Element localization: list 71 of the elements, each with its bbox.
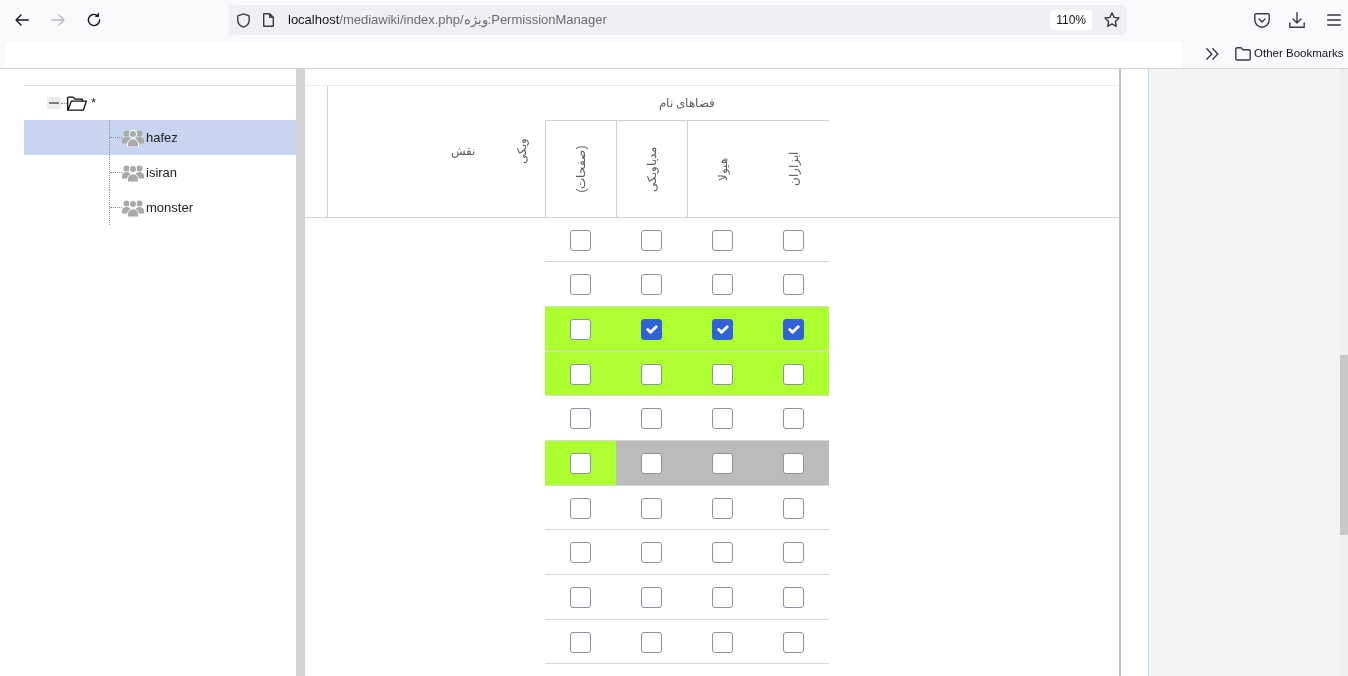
checkbox[interactable] (641, 587, 663, 609)
checkbox[interactable] (783, 319, 805, 340)
checkbox[interactable] (712, 274, 734, 296)
user-group-icon (122, 128, 144, 147)
collapse-icon[interactable] (47, 97, 61, 109)
column-header: هیولا (714, 157, 731, 180)
checkbox[interactable] (570, 587, 591, 609)
splitter-handle[interactable] (296, 69, 305, 676)
checkbox[interactable] (641, 631, 663, 653)
checkbox[interactable] (641, 542, 663, 564)
column-header: ابزاران (785, 151, 802, 186)
tree-item[interactable]: hafez (24, 120, 296, 155)
checkbox[interactable] (570, 319, 591, 340)
checkbox[interactable] (783, 363, 805, 385)
scrollbar-thumb[interactable] (1340, 355, 1348, 535)
star-icon[interactable] (1104, 12, 1120, 28)
checkbox[interactable] (712, 363, 734, 385)
tree-item[interactable]: * (24, 92, 296, 114)
checkbox[interactable] (712, 631, 734, 653)
checkbox[interactable] (570, 363, 591, 385)
checkbox[interactable] (641, 497, 663, 519)
checkbox[interactable] (570, 631, 591, 653)
checkbox[interactable] (783, 497, 805, 519)
checkbox[interactable] (570, 497, 591, 519)
bookmark-folder[interactable]: Other Bookmarks (1235, 45, 1344, 63)
user-group-icon (122, 198, 144, 217)
user-group-icon (122, 163, 144, 182)
column-group-header: فضاهای نام (658, 94, 716, 112)
checkbox[interactable] (641, 274, 663, 296)
checkbox[interactable] (712, 542, 734, 564)
column-header: نقش (451, 143, 475, 161)
checkbox[interactable] (641, 408, 663, 430)
checkbox[interactable] (712, 497, 734, 519)
back-arrow-icon[interactable] (15, 14, 29, 26)
column-header: (صفحات) (572, 145, 589, 192)
open-folder-icon (67, 95, 87, 111)
folder-icon (1235, 47, 1251, 61)
checkbox[interactable] (712, 587, 734, 609)
checkbox[interactable] (570, 408, 591, 430)
shield-icon[interactable] (237, 12, 250, 28)
pocket-icon[interactable] (1254, 12, 1270, 28)
column-header: ویکی (513, 138, 530, 165)
tree-item[interactable]: monster (24, 190, 296, 225)
checkbox[interactable] (783, 542, 805, 564)
checkbox[interactable] (783, 274, 805, 296)
zoom-level-button[interactable]: 110% (1050, 10, 1092, 30)
checkbox[interactable] (570, 453, 591, 475)
checkbox[interactable] (783, 453, 805, 475)
scrollbar[interactable] (1340, 69, 1348, 676)
checkbox[interactable] (641, 363, 663, 385)
checkbox[interactable] (570, 542, 591, 564)
checkbox[interactable] (712, 319, 734, 340)
checkbox[interactable] (712, 453, 734, 475)
tree-item[interactable]: isiran (24, 155, 296, 190)
checkbox[interactable] (783, 587, 805, 609)
checkbox[interactable] (641, 229, 663, 251)
checkbox[interactable] (641, 453, 663, 475)
checkbox[interactable] (712, 408, 734, 430)
reload-icon[interactable] (87, 13, 101, 27)
checkbox[interactable] (783, 229, 805, 251)
checkbox[interactable] (712, 229, 734, 251)
column-header: مدیاویکی (643, 146, 660, 191)
menu-icon[interactable] (1327, 14, 1341, 26)
double-chevron-icon[interactable] (1206, 48, 1219, 60)
checkbox[interactable] (570, 229, 591, 251)
page-icon (263, 13, 274, 27)
download-icon[interactable] (1289, 12, 1305, 28)
checkbox[interactable] (641, 319, 663, 340)
checkbox[interactable] (783, 408, 805, 430)
checkbox[interactable] (570, 274, 591, 296)
checkbox[interactable] (783, 631, 805, 653)
